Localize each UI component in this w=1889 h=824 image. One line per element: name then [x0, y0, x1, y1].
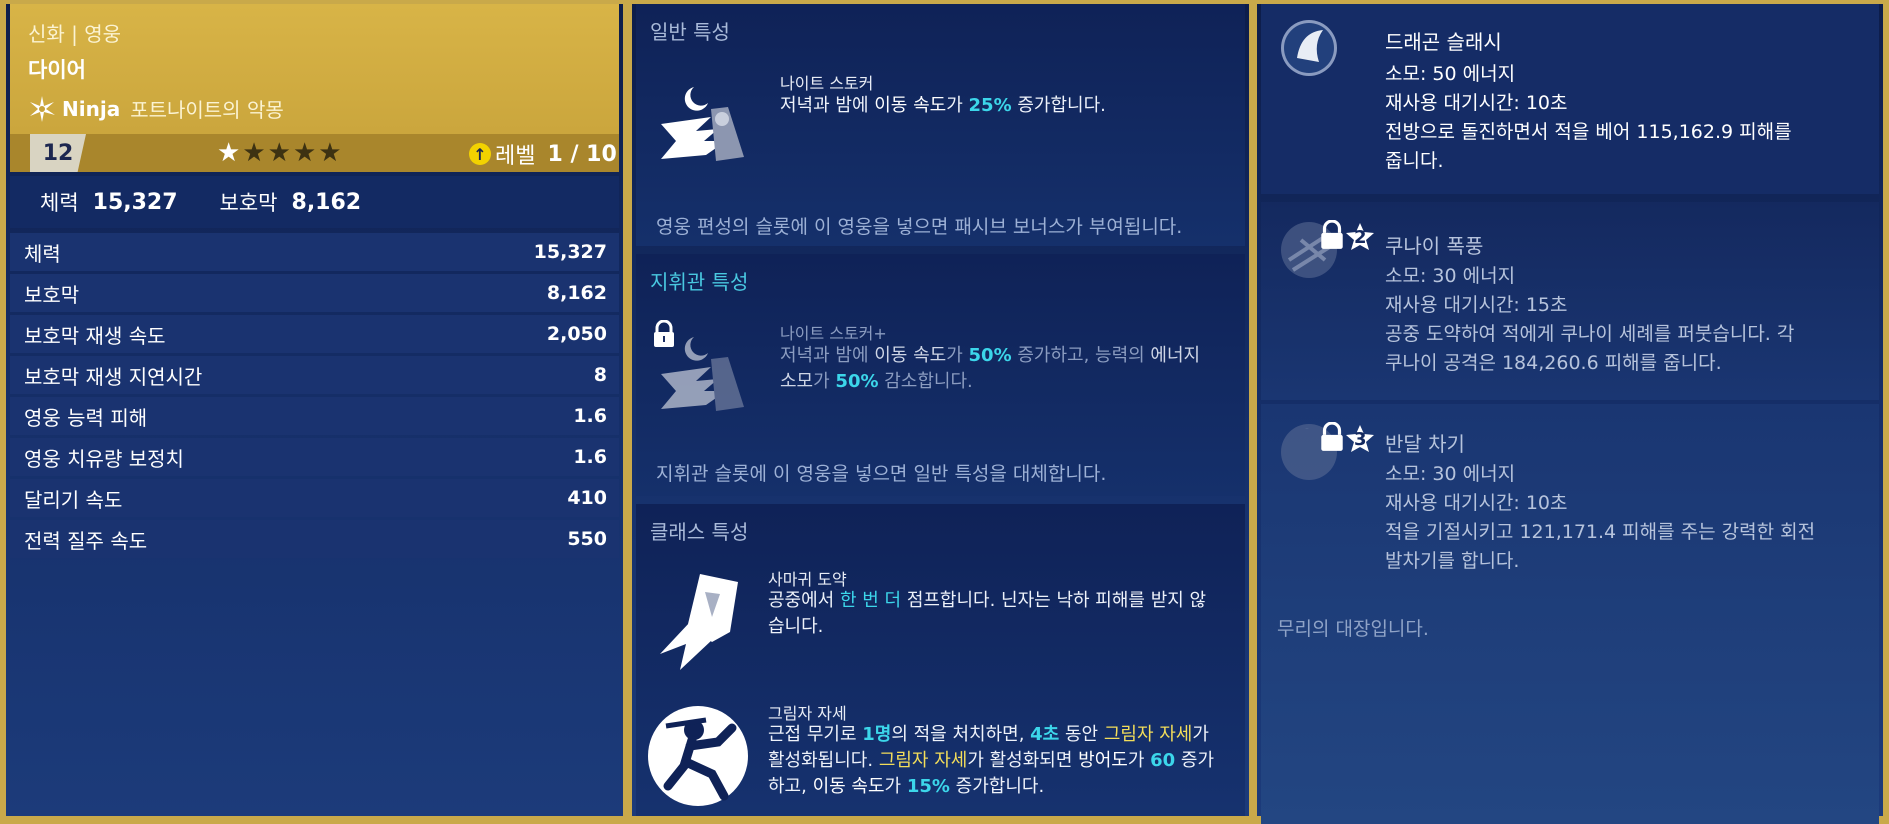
- ninja-shuriken-icon: [30, 95, 55, 122]
- hero-stats-panel: 신화 | 영웅 다이어 Ninja 포트나이트의 악몽 12 ★ ★ ★ ★ ★…: [6, 4, 623, 816]
- commander-perk-desc: 저녁과 밤에 이동 속도가 50% 증가하고, 능력의 에너지 소모가 50% …: [780, 345, 1201, 392]
- ability-cooldown: 재사용 대기시간: 10초: [1385, 492, 1568, 514]
- ability-desc-line2: 쿠나이 공격은 184,260.6 피해를 줍니다.: [1385, 352, 1722, 374]
- stat-value: 15,327: [533, 241, 607, 263]
- class-perk1-desc: 공중에서 한 번 더 점프합니다. 닌자는 낙하 피해를 받지 않습니다.: [768, 590, 1207, 637]
- night-stalker-plus-icon: [661, 337, 744, 411]
- perks-panel: 일반 특성 나이트 스토커 저녁과 밤에 이동 속도가 25% 증가합니다. 영…: [632, 4, 1249, 816]
- stat-row: 보호막 재생 지연시간 8: [10, 356, 619, 394]
- stat-value: 8: [593, 364, 607, 386]
- class-perk-section: 클래스 특성 사마귀 도약 공중에서 한 번 더 점프합니다. 닌자는 낙하 피…: [636, 504, 1245, 816]
- stat-value: 1.6: [573, 446, 607, 468]
- hero-class-row: Ninja 포트나이트의 악몽: [28, 94, 284, 123]
- ability-desc-line1: 공중 도약하여 적에게 쿠나이 세례를 퍼붓습니다. 각: [1385, 323, 1795, 345]
- ability-desc-line2: 줍니다.: [1385, 150, 1444, 172]
- ability-dragon-slash[interactable]: 드래곤 슬래시 소모: 50 에너지 재사용 대기시간: 10초 전방으로 돌진…: [1261, 4, 1879, 194]
- standard-perk-title: 일반 특성: [650, 20, 730, 44]
- class-perk2-name: 그림자 자세: [768, 704, 847, 723]
- shadow-stance-icon[interactable]: [646, 704, 750, 808]
- standard-perk-footer: 영웅 편성의 슬롯에 이 영웅을 넣으면 패시브 보너스가 부여됩니다.: [656, 216, 1183, 238]
- stat-row: 영웅 치유량 보정치 1.6: [10, 438, 619, 476]
- stat-label: 전력 질주 속도: [24, 528, 148, 553]
- ability-desc-line2: 발차기를 합니다.: [1385, 550, 1520, 572]
- stat-value: 550: [567, 528, 607, 550]
- power-level-badge: 12: [30, 134, 86, 172]
- stat-value: 410: [567, 487, 607, 509]
- quick-shield-label: 보호막: [219, 191, 278, 215]
- stat-list: 체력 15,327 보호막 8,162 보호막 재생 속도 2,050 보호막 재생 …: [10, 233, 619, 561]
- star-icon: ★: [292, 138, 317, 168]
- commander-perk-name: 나이트 스토커+: [780, 324, 887, 343]
- stat-row: 달리기 속도 410: [10, 479, 619, 517]
- ability-cost: 소모: 50 에너지: [1385, 63, 1516, 85]
- unlock-star-number: 3: [1354, 429, 1367, 450]
- level-value: 1 / 10: [547, 141, 617, 167]
- star-rating: ★ ★ ★ ★ ★: [217, 139, 342, 167]
- dragon-slash-icon: [1281, 20, 1337, 76]
- ability-name: 쿠나이 폭풍: [1385, 234, 1484, 258]
- level-up-icon: ↑: [469, 143, 491, 165]
- hero-name: 다이어: [28, 58, 86, 82]
- stat-label: 보호막: [24, 282, 80, 307]
- quick-stats: 체력 15,327 보호막 8,162: [10, 176, 619, 228]
- ability-cost: 소모: 30 에너지: [1385, 265, 1516, 287]
- star-icon: ★: [217, 138, 241, 168]
- stat-row: 보호막 8,162: [10, 274, 619, 312]
- ability-desc-line1: 적을 기절시키고 121,171.4 피해를 주는 강력한 회전: [1385, 521, 1816, 543]
- class-perk-title: 클래스 특성: [650, 520, 749, 544]
- star-icon: ★: [267, 138, 291, 168]
- stat-label: 체력: [24, 241, 61, 266]
- ability-cooldown: 재사용 대기시간: 15초: [1385, 294, 1568, 316]
- stat-row: 체력 15,327: [10, 233, 619, 271]
- quick-health-label: 체력: [40, 191, 79, 215]
- level-label: 레벨: [495, 144, 536, 169]
- stat-label: 보호막 재생 속도: [24, 323, 166, 348]
- commander-perk-footer: 지휘관 슬롯에 이 영웅을 넣으면 일반 특성을 대체합니다.: [656, 463, 1107, 485]
- stat-label: 영웅 능력 피해: [24, 405, 148, 430]
- star-icon: ★: [318, 138, 342, 168]
- standard-perk-name: 나이트 스토커: [780, 74, 874, 93]
- stat-label: 보호막 재생 지연시간: [24, 364, 203, 389]
- standard-perk-section[interactable]: 일반 특성 나이트 스토커 저녁과 밤에 이동 속도가 25% 증가합니다. 영…: [636, 4, 1245, 246]
- ability-name: 드래곤 슬래시: [1385, 30, 1502, 54]
- ability-crescent-kick[interactable]: 3 반달 차기 소모: 30 에너지 재사용 대기시간: 10초 적을 기절시키…: [1261, 404, 1879, 824]
- night-stalker-icon: [661, 87, 744, 161]
- ability-cost: 소모: 30 에너지: [1385, 463, 1516, 485]
- hero-subclass: 포트나이트의 악몽: [130, 98, 284, 122]
- commander-perk-title: 지휘관 특성: [650, 270, 749, 294]
- mantis-leap-icon[interactable]: [650, 572, 750, 672]
- standard-perk-desc: 저녁과 밤에 이동 속도가 25% 증가합니다.: [780, 95, 1106, 116]
- lock-icon: [1321, 422, 1343, 451]
- class-perk2-desc: 근접 무기로 1명의 적을 처치하면, 4초 동안 그림자 자세가 활성화됩니다…: [768, 724, 1215, 797]
- abilities-panel: 드래곤 슬래시 소모: 50 에너지 재사용 대기시간: 10초 전방으로 돌진…: [1257, 4, 1883, 824]
- stat-label: 영웅 치유량 보정치: [24, 446, 184, 471]
- stat-value: 2,050: [546, 323, 607, 345]
- stat-label: 달리기 속도: [24, 487, 123, 512]
- hero-level: ↑ 레벨 1 / 10: [469, 138, 617, 170]
- stat-row: 보호막 재생 속도 2,050: [10, 315, 619, 353]
- quick-shield-value: 8,162: [291, 189, 362, 215]
- unlock-star-number: 2: [1354, 227, 1367, 248]
- ability-name: 반달 차기: [1385, 432, 1465, 456]
- stat-row: 영웅 능력 피해 1.6: [10, 397, 619, 435]
- hero-class: Ninja: [62, 96, 121, 121]
- star-icon: ★: [242, 138, 266, 168]
- commander-perk-section[interactable]: 지휘관 특성 나이트 스토커+ 저녁과 밤에 이동 속도가 50% 증가하고, …: [636, 254, 1245, 496]
- stat-value: 1.6: [573, 405, 607, 427]
- class-perk1-name: 사마귀 도약: [768, 570, 847, 589]
- hero-lore: 무리의 대장입니다.: [1277, 618, 1429, 640]
- ability-cooldown: 재사용 대기시간: 10초: [1385, 92, 1568, 114]
- stat-value: 8,162: [546, 282, 607, 304]
- hero-rarity: 신화 | 영웅: [28, 22, 122, 46]
- ability-kunai-storm[interactable]: 2 쿠나이 폭풍 소모: 30 에너지 재사용 대기시간: 15초 공중 도약하…: [1261, 202, 1879, 400]
- stat-row: 전력 질주 속도 550: [10, 520, 619, 558]
- lock-icon: [1321, 220, 1343, 249]
- quick-health-value: 15,327: [92, 189, 178, 215]
- ability-desc-line1: 전방으로 돌진하면서 적을 베어 115,162.9 피해를: [1385, 121, 1792, 143]
